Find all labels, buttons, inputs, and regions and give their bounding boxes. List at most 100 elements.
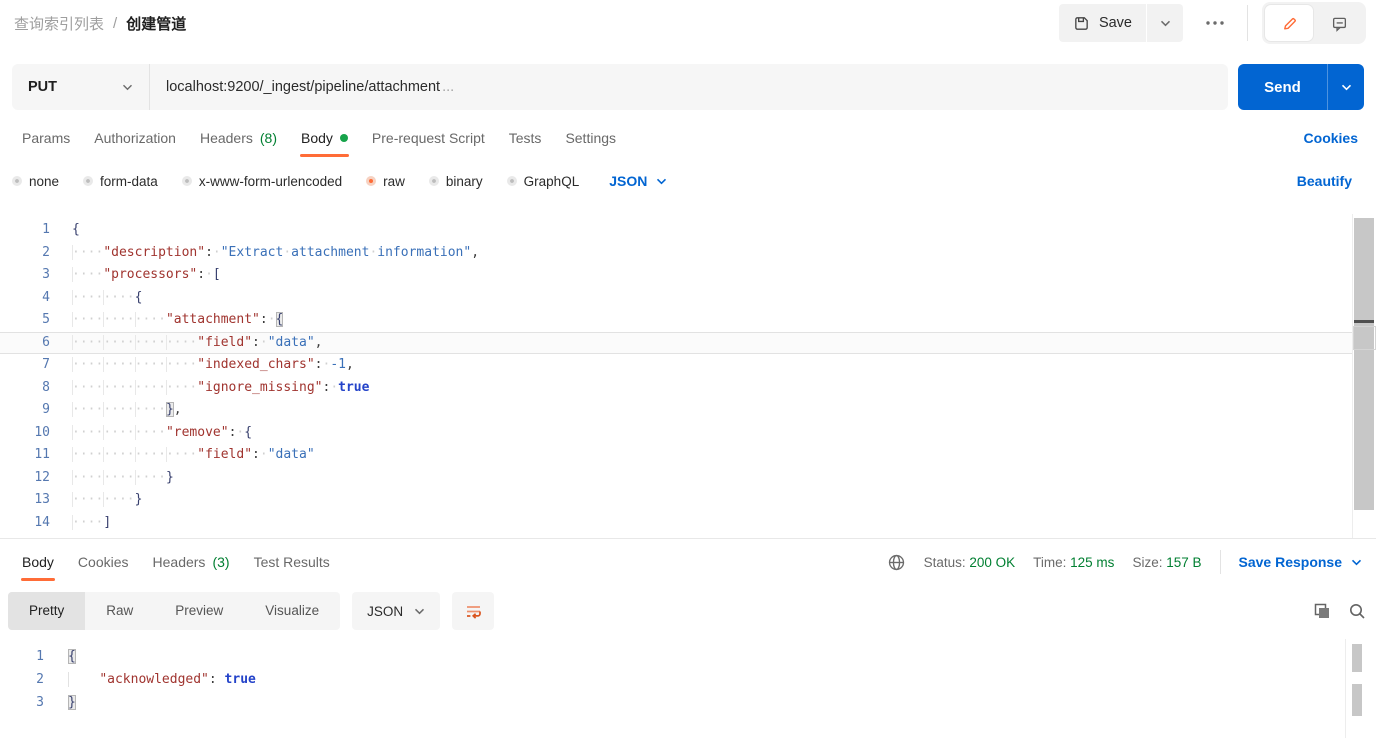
indent-guide: ···· — [103, 334, 135, 350]
token-p: , — [173, 402, 182, 417]
response-tab-headers[interactable]: Headers (3) — [141, 542, 242, 582]
response-body-viewer[interactable]: 1{2 "acknowledged": true 3} — [0, 639, 1376, 738]
view-tab-visualize[interactable]: Visualize — [244, 592, 340, 630]
token-s: "data" — [267, 334, 315, 350]
body-mode-raw[interactable]: raw — [366, 174, 405, 189]
body-mode-label: form-data — [100, 173, 158, 189]
request-url-row: PUT localhost:9200/_ingest/pipeline/atta… — [12, 64, 1364, 110]
view-tab-pretty[interactable]: Pretty — [8, 592, 86, 630]
top-actions: Save — [1058, 2, 1366, 44]
beautify-link[interactable]: Beautify — [1297, 173, 1364, 189]
status-value: 200 OK — [969, 554, 1016, 570]
request-tab-headers[interactable]: Headers (8) — [188, 118, 289, 158]
save-icon — [1073, 15, 1090, 32]
indent-guide: ···· — [103, 357, 135, 372]
scrollbar-activeline-marker — [1353, 326, 1376, 350]
indent-guide: ···· — [134, 357, 166, 372]
code-text: ········{ — [72, 287, 142, 310]
view-tab-raw[interactable]: Raw — [85, 592, 154, 630]
code-line: 6 ················"field":·"data", — [0, 331, 1376, 354]
page-scrollbar-thumb[interactable] — [1352, 684, 1362, 716]
more-options-button[interactable] — [1197, 4, 1233, 42]
body-mode-form-data[interactable]: form-data — [83, 174, 158, 189]
save-response-button[interactable]: Save Response — [1239, 554, 1367, 570]
indent-guide: ···· — [72, 267, 104, 282]
response-tab-test-results[interactable]: Test Results — [242, 542, 342, 582]
request-body-editor[interactable]: 1{2 ····"description":·"Extract·attachmen… — [0, 214, 1376, 538]
language-select[interactable]: JSON — [609, 173, 667, 189]
code-text: ····] — [72, 512, 111, 535]
response-language-select[interactable]: JSON — [352, 592, 441, 630]
request-tab-authorization[interactable]: Authorization — [82, 118, 188, 158]
body-mode-graphql[interactable]: GraphQL — [506, 174, 579, 189]
response-scrollbar-thumb[interactable] — [1352, 644, 1362, 672]
token-bool: true — [224, 672, 256, 687]
request-tab-pre-request-script[interactable]: Pre-request Script — [360, 118, 497, 158]
code-line: 3 ····"processors":·[ — [0, 264, 1376, 287]
comments-button[interactable] — [1315, 5, 1363, 41]
word-wrap-icon — [464, 602, 483, 621]
pencil-icon — [1281, 15, 1298, 32]
response-tab-body[interactable]: Body — [10, 542, 66, 582]
method-value: PUT — [28, 79, 57, 95]
copy-button[interactable] — [1313, 602, 1331, 620]
code-line: 1{ — [0, 219, 1376, 242]
token-k: "attachment" — [165, 312, 260, 327]
response-actions — [1313, 602, 1366, 620]
cookies-link[interactable]: Cookies — [1304, 130, 1366, 146]
token-b: [ — [212, 267, 221, 282]
code-line: 8 ················"ignore_missing":·true — [0, 377, 1376, 400]
edit-mode-button[interactable] — [1265, 5, 1313, 41]
token-p: : — [208, 672, 217, 687]
indent-guide: ···· — [134, 469, 166, 485]
status-label: Status: — [923, 554, 966, 570]
request-tab-params[interactable]: Params — [10, 118, 82, 158]
scrollbar-thumb[interactable] — [1354, 218, 1374, 510]
line-number: 2 — [36, 672, 44, 687]
whitespace: · — [267, 312, 276, 327]
token-n: -1 — [330, 357, 346, 372]
code-text: ············"remove":·{ — [72, 422, 252, 445]
body-mode-row: none form-data x-www-form-urlencoded raw bin… — [0, 162, 1376, 200]
send-options-button[interactable] — [1328, 64, 1364, 110]
body-mode-binary[interactable]: binary — [428, 173, 483, 189]
line-number: 3 — [42, 267, 50, 282]
token-s: attachment — [291, 244, 370, 260]
code-line: 14 ····] — [0, 512, 1376, 535]
request-tab-body[interactable]: Body — [289, 118, 360, 158]
view-tab-preview[interactable]: Preview — [154, 592, 244, 630]
body-mode-none[interactable]: none — [12, 174, 59, 189]
token-b: { — [72, 222, 80, 237]
chevron-down-icon — [656, 178, 667, 185]
body-mode-label: binary — [445, 173, 483, 189]
tab-label: Cookies — [77, 554, 129, 570]
code-line: 10 ············"remove":·{ — [0, 422, 1376, 445]
indent-guide: ···· — [72, 492, 104, 507]
indent-guide — [68, 672, 99, 687]
radio-icon — [181, 176, 192, 186]
response-tab-cookies[interactable]: Cookies — [66, 542, 141, 582]
token-k: "acknowledged" — [99, 672, 209, 687]
body-mode-label: none — [29, 173, 60, 189]
indent-guide: ···· — [103, 312, 135, 327]
breadcrumb: 查询索引列表 / 创建管道 — [14, 13, 186, 34]
indent-guide: ···· — [72, 312, 104, 327]
indent-guide: ···· — [134, 424, 166, 440]
whitespace: · — [205, 267, 213, 282]
send-button[interactable]: Send — [1238, 64, 1328, 110]
method-select[interactable]: PUT — [12, 64, 150, 110]
body-mode-x-www-form-urlencoded[interactable]: x-www-form-urlencoded — [181, 174, 342, 189]
request-tab-tests[interactable]: Tests — [497, 118, 554, 158]
save-options-button[interactable] — [1147, 4, 1183, 42]
language-value: JSON — [609, 173, 648, 189]
breadcrumb-parent[interactable]: 查询索引列表 — [14, 13, 104, 34]
save-button[interactable]: Save — [1058, 4, 1146, 42]
line-number: 2 — [42, 244, 50, 260]
tab-count: (3) — [212, 554, 230, 570]
search-button[interactable] — [1348, 602, 1366, 620]
url-input[interactable]: localhost:9200/_ingest/pipeline/attachme… — [150, 64, 1228, 110]
word-wrap-button[interactable] — [452, 592, 495, 630]
code-text: { — [68, 645, 76, 668]
indent-guide: ···· — [72, 447, 104, 462]
request-tab-settings[interactable]: Settings — [553, 118, 628, 158]
